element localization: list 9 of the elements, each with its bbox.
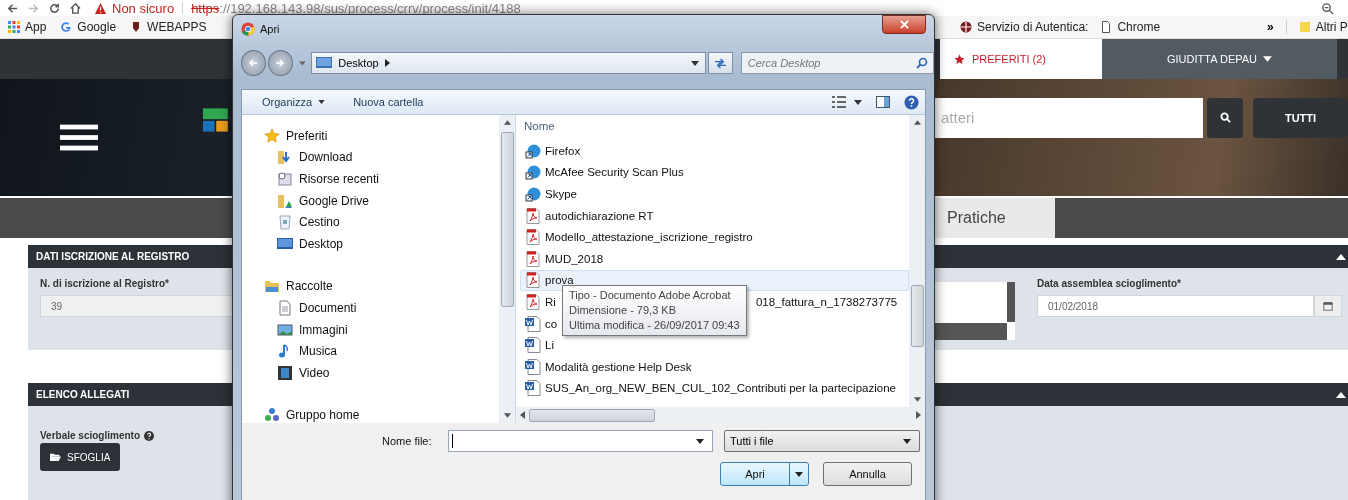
- field-label: Verbale scioglimento: [40, 430, 141, 441]
- tooltip-line: Ultima modifica - 26/09/2017 09:43: [569, 318, 740, 333]
- address-url: https://192.168.143.98/sus/process/crrv/process/init/4188: [191, 0, 521, 16]
- tooltip-line: Dimensione - 79,3 KB: [569, 303, 677, 318]
- security-label: Non sicuro: [112, 0, 175, 16]
- field-label: Data assemblea scioglimento*: [1037, 278, 1181, 289]
- field-label: N. di iscrizione al Registro*: [40, 278, 169, 289]
- dialog-title: Apri: [260, 23, 280, 35]
- file-name-label: Nome file:: [382, 435, 433, 447]
